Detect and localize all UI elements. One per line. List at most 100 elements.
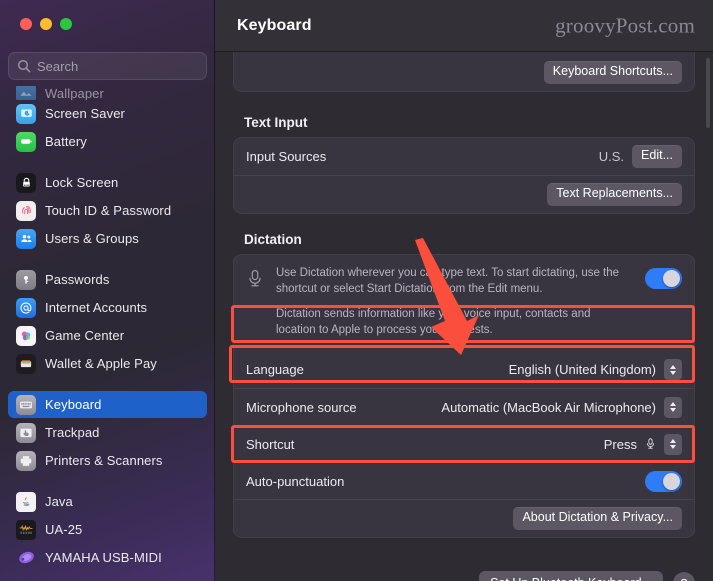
game-center-icon: [16, 325, 36, 346]
edit-input-sources-button[interactable]: Edit...: [632, 145, 682, 168]
watermark: groovyPost.com: [555, 13, 695, 37]
trackpad-icon: [16, 422, 36, 443]
search-field[interactable]: Search: [8, 52, 207, 80]
toggle-knob: [663, 269, 680, 287]
keyboard-shortcuts-row: Keyboard Shortcuts...: [234, 52, 694, 91]
input-sources-row[interactable]: Input Sources U.S. Edit...: [234, 138, 694, 175]
dictation-language-row[interactable]: Language English (United Kingdom): [234, 351, 694, 388]
bottom-action-row: Set Up Bluetooth Keyboard... ?: [233, 571, 695, 581]
users-icon: [16, 228, 36, 249]
at-sign-icon: [16, 297, 36, 318]
search-icon: [17, 59, 31, 73]
sidebar-item-ua-25[interactable]: UA-25: [8, 516, 207, 543]
text-replacements-button[interactable]: Text Replacements...: [547, 183, 682, 206]
sidebar-item-printers-scanners[interactable]: Printers & Scanners: [8, 447, 207, 474]
sidebar-item-label: Screen Saver: [45, 106, 125, 121]
chevron-updown-icon[interactable]: [664, 359, 682, 381]
help-button[interactable]: ?: [673, 572, 695, 581]
sidebar-group-4: Keyboard Trackpad Printers & Scanners: [0, 391, 215, 474]
sidebar-item-label: Lock Screen: [45, 175, 119, 190]
screen-saver-icon: [16, 103, 36, 124]
sidebar-item-yamaha-usb-midi[interactable]: YAMAHA USB-MIDI: [8, 544, 207, 571]
sidebar-item-label: Battery: [45, 134, 87, 149]
text-input-section-title: Text Input: [244, 115, 308, 130]
dictation-shortcut-row[interactable]: Shortcut Press: [234, 425, 694, 462]
text-replacements-row: Text Replacements...: [234, 175, 694, 213]
chevron-updown-icon[interactable]: [664, 396, 682, 418]
sidebar-item-wallpaper[interactable]: Wallpaper: [8, 86, 207, 100]
shortcut-value: Press: [603, 436, 637, 452]
sidebar-nav-list: Wallpaper Screen Saver Battery Lock Scre…: [0, 84, 215, 571]
sidebar-group-5: Java UA-25 YAMAHA USB-MIDI: [0, 488, 215, 571]
toggle-knob: [663, 472, 680, 490]
shortcut-label: Shortcut: [246, 436, 295, 452]
yamaha-icon: [16, 548, 36, 568]
sidebar-item-wallet[interactable]: Wallet & Apple Pay: [8, 350, 207, 377]
battery-icon: [16, 131, 36, 152]
sidebar-item-label: YAMAHA USB-MIDI: [45, 550, 162, 565]
auto-punctuation-label: Auto-punctuation: [246, 473, 345, 489]
zoom-button[interactable]: [60, 18, 72, 30]
dictation-blurb-line-2: Dictation sends information like your vo…: [276, 308, 591, 337]
sidebar-item-label: Keyboard: [45, 397, 102, 412]
dictation-auto-punctuation-row[interactable]: Auto-punctuation: [234, 462, 694, 499]
dictation-enable-toggle[interactable]: [645, 267, 682, 289]
auto-punctuation-toggle[interactable]: [645, 470, 682, 492]
settings-scroll-content[interactable]: Keyboard Shortcuts... Text Input Input S…: [215, 52, 713, 581]
sidebar-item-label: Touch ID & Password: [45, 203, 172, 218]
sidebar-scroll-area[interactable]: Wallpaper Screen Saver Battery Lock Scre…: [0, 84, 215, 581]
language-label: Language: [246, 362, 304, 378]
title-bar: Keyboard groovyPost.com: [215, 0, 713, 52]
sidebar-item-touch-id[interactable]: Touch ID & Password: [8, 197, 207, 224]
dictation-card: Use Dictation wherever you can type text…: [233, 253, 695, 538]
scrollbar[interactable]: [706, 58, 710, 128]
setup-bluetooth-keyboard-button[interactable]: Set Up Bluetooth Keyboard...: [479, 571, 663, 581]
chevron-updown-icon[interactable]: [664, 433, 682, 455]
keyboard-shortcuts-button[interactable]: Keyboard Shortcuts...: [543, 61, 682, 84]
sidebar-divider: [0, 378, 215, 391]
dictation-microphone-source-row[interactable]: Microphone source Automatic (MacBook Air…: [234, 388, 694, 425]
main-pane: Keyboard groovyPost.com Keyboard Shortcu…: [215, 0, 713, 581]
search-placeholder: Search: [37, 58, 79, 74]
sidebar-divider: [0, 253, 215, 266]
about-dictation-row: About Dictation & Privacy...: [234, 499, 694, 537]
sidebar-item-screen-saver[interactable]: Screen Saver: [8, 100, 207, 127]
close-button[interactable]: [20, 18, 32, 30]
sidebar-item-keyboard[interactable]: Keyboard: [8, 391, 207, 418]
microphone-source-label: Microphone source: [246, 399, 357, 415]
sidebar-item-label: Internet Accounts: [45, 300, 148, 315]
java-icon: [16, 491, 36, 512]
sidebar-item-trackpad[interactable]: Trackpad: [8, 419, 207, 446]
dictation-section-title: Dictation: [244, 231, 302, 247]
text-input-card: Input Sources U.S. Edit... Text Replacem…: [233, 137, 695, 214]
dictation-description: Use Dictation wherever you can type text…: [234, 255, 694, 351]
page-title: Keyboard: [237, 16, 312, 34]
key-icon: [16, 269, 36, 290]
sidebar-item-game-center[interactable]: Game Center: [8, 322, 207, 349]
sidebar-item-battery[interactable]: Battery: [8, 128, 207, 155]
ua25-icon: [16, 519, 36, 540]
sidebar-item-label: Printers & Scanners: [45, 453, 163, 468]
printer-icon: [16, 450, 36, 471]
sidebar-item-lock-screen[interactable]: Lock Screen: [8, 169, 207, 196]
sidebar-group-1: Wallpaper Screen Saver Battery: [0, 86, 215, 155]
sidebar-divider: [0, 156, 215, 169]
system-settings-window: Search Wallpaper Screen Saver Battery Lo…: [0, 0, 713, 581]
lock-icon: [16, 172, 36, 193]
window-traffic-lights: [20, 18, 72, 30]
dictation-blurb-line-1: Use Dictation wherever you can type text…: [276, 266, 620, 295]
sidebar-item-label: Passwords: [45, 272, 110, 287]
sidebar-group-2: Lock Screen Touch ID & Password Users & …: [0, 169, 215, 252]
input-sources-value: U.S.: [598, 149, 625, 164]
sidebar-item-passwords[interactable]: Passwords: [8, 266, 207, 293]
sidebar-item-label: Trackpad: [45, 425, 100, 440]
sidebar-item-java[interactable]: Java: [8, 488, 207, 515]
sidebar-item-internet-accounts[interactable]: Internet Accounts: [8, 294, 207, 321]
sidebar-item-label: Wallpaper: [45, 86, 104, 100]
minimize-button[interactable]: [40, 18, 52, 30]
sidebar-item-users-groups[interactable]: Users & Groups: [8, 225, 207, 252]
microphone-source-value: Automatic (MacBook Air Microphone): [441, 399, 656, 415]
sidebar-group-3: Passwords Internet Accounts Game Center …: [0, 266, 215, 377]
sidebar-item-label: Java: [45, 494, 73, 509]
about-dictation-privacy-button[interactable]: About Dictation & Privacy...: [513, 507, 682, 530]
